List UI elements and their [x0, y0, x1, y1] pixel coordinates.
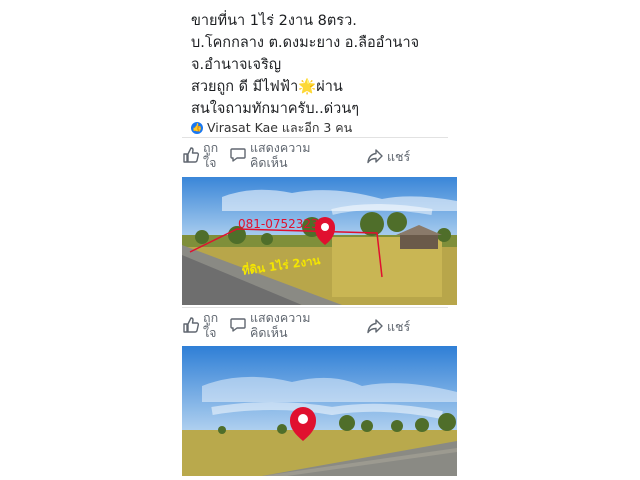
post-line-contact: สนใจถามทักมาครับ..ด่วนๆ: [191, 101, 360, 117]
comment-button[interactable]: แสดงความ คิดเห็น: [229, 140, 311, 170]
post-line-title: ขายที่นา 1ไร่ 2งาน 8ตรว.: [191, 13, 357, 29]
divider: [182, 307, 448, 308]
comment-label: แสดงความ: [250, 310, 311, 325]
phone-number-label: 081-0752323: [238, 217, 319, 231]
action-bar: ถูก ใจ แสดงความ คิดเห็น แชร์: [182, 310, 457, 346]
post-text: ขายที่นา 1ไร่ 2งาน 8ตรว. บ.โคกกลาง ต.ดงม…: [191, 10, 461, 120]
comment-button[interactable]: แสดงความ คิดเห็น: [229, 310, 311, 340]
comment-label: แสดงความ: [250, 140, 311, 155]
share-icon: [367, 319, 383, 334]
comment-icon: [230, 148, 246, 162]
like-label-2: ใจ: [203, 155, 217, 170]
like-icon: [183, 147, 200, 163]
like-button[interactable]: ถูก ใจ: [182, 140, 218, 170]
post-line-province: จ.อำนาจเจริญ: [191, 57, 282, 73]
share-icon: [367, 149, 383, 164]
comment-label-2: คิดเห็น: [250, 325, 288, 340]
like-button[interactable]: ถูก ใจ: [182, 310, 218, 340]
action-bar: ถูก ใจ แสดงความ คิดเห็น แชร์: [182, 140, 457, 176]
like-badge-icon: 👍: [191, 122, 203, 134]
land-photo-2-image: [182, 346, 457, 476]
share-label: แชร์: [387, 318, 411, 334]
land-photo-1-image: [182, 177, 457, 305]
like-label-2: ใจ: [203, 325, 217, 340]
share-button[interactable]: แชร์: [366, 147, 410, 165]
comment-label-2: คิดเห็น: [250, 155, 288, 170]
land-photo-1[interactable]: [182, 177, 457, 305]
reactions-text: Virasat Kae และอีก 3 คน: [207, 120, 353, 135]
like-icon: [183, 317, 200, 333]
post-line-features: สวยถูก ดี มีไฟฟ้า🌟ผ่าน: [191, 79, 343, 95]
divider: [182, 137, 448, 138]
post-line-location: บ.โคกกลาง ต.ดงมะยาง อ.ลืออำนาจ: [191, 35, 420, 51]
comment-icon: [230, 318, 246, 332]
like-label: ถูก: [203, 140, 219, 155]
like-label: ถูก: [203, 310, 219, 325]
land-photo-2[interactable]: [182, 346, 457, 476]
reactions-summary[interactable]: 👍 Virasat Kae และอีก 3 คน: [191, 118, 352, 138]
share-label: แชร์: [387, 148, 411, 164]
share-button[interactable]: แชร์: [366, 317, 410, 335]
